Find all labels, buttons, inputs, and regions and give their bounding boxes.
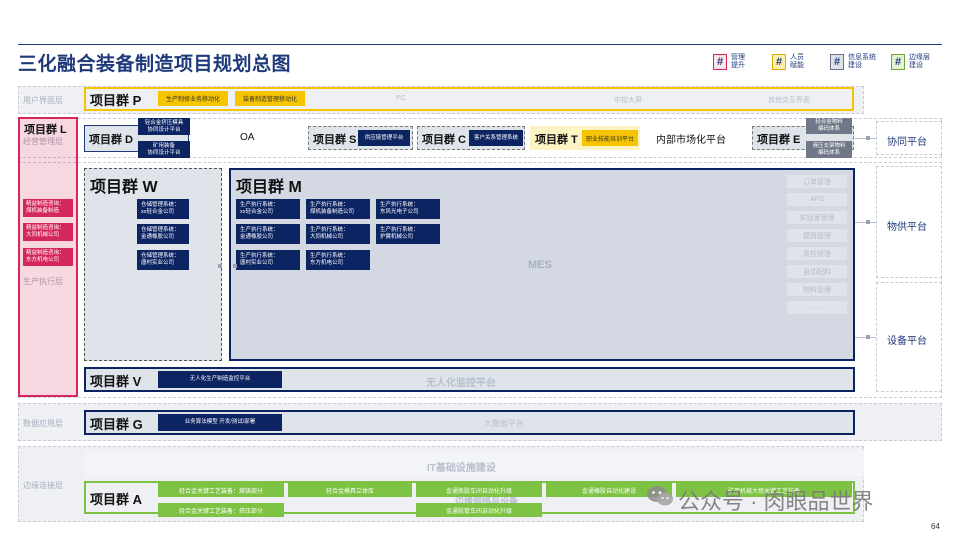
- wechat-logo-icon: [646, 484, 674, 508]
- group-w-item: 仓储管理系统： 唐村实业公司: [137, 250, 189, 270]
- supply-platform-label: 物供平台: [887, 222, 927, 233]
- group-l-item: 精益制造咨询： 煤机装备制造: [23, 199, 73, 217]
- group-a-item: 轻合金模具立体库: [288, 483, 412, 497]
- connector-dot-icon: [866, 220, 870, 224]
- page-number: 64: [931, 522, 940, 531]
- group-p-item: 生产制修业务移动化: [158, 91, 228, 106]
- legend-label: 建设: [848, 62, 862, 69]
- page-title: 三化融合装备制造项目规划总图: [18, 54, 292, 75]
- group-e-item: 轻合金物料 编码体系: [806, 118, 852, 134]
- group-v-item: 无人化生产制造监控平台: [158, 371, 282, 388]
- group-l-title: 项目群 L: [24, 124, 67, 136]
- group-m-item: 生产执行系统： xx轻合金公司: [236, 199, 300, 219]
- legend-hash-icon: #: [891, 54, 905, 70]
- group-v-title: 项目群 V: [90, 374, 142, 389]
- legend-label: 管理: [731, 54, 745, 61]
- group-a-item: 轻合金关键工艺装备：熔铸部分: [158, 483, 284, 497]
- group-w-title: 项目群 W: [90, 179, 158, 196]
- group-a-item: 金通炼胶车间自动化升级: [416, 483, 542, 497]
- mes-module: 物料管理: [787, 283, 847, 296]
- mes-module: APS: [787, 193, 847, 206]
- group-l-item: 精益制造咨询： 东方机电公司: [23, 248, 73, 266]
- group-v-faint: 无人化监控平台: [426, 378, 496, 389]
- group-c-item: 客户关系管理系统: [469, 130, 523, 146]
- mes-label: MES: [528, 259, 552, 271]
- group-t-item: 职业技能培训平台: [582, 130, 638, 146]
- legend-management: # 管理 提升: [713, 53, 765, 73]
- group-m-item: 生产执行系统： 煤机装备制造公司: [306, 199, 370, 219]
- group-s-item: 供应链管理平台: [358, 130, 410, 146]
- group-m-item: 生产执行系统： 东风光电子公司: [376, 199, 440, 219]
- group-m-item: 生产执行系统： 金通橡胶公司: [236, 224, 300, 244]
- group-l-item: 精益制造咨询： 大同机械公司: [23, 223, 73, 241]
- group-e-item: 液压支架物料 编码体系: [806, 141, 852, 158]
- group-p-faint: PC: [396, 95, 406, 102]
- mes-module: ……: [787, 301, 847, 314]
- group-m-item: 生产执行系统： 东方机电公司: [306, 250, 370, 270]
- legend-hash-icon: #: [713, 54, 727, 70]
- oa-label: OA: [240, 132, 255, 143]
- legend-label: 赋能: [790, 62, 804, 69]
- layer-label-user: 用户界面层: [23, 96, 63, 105]
- legend-hash-icon: #: [830, 54, 844, 70]
- it-infra-label: IT基础设施建设: [427, 463, 496, 474]
- group-t-title: 项目群 T: [535, 134, 578, 146]
- mes-module: 实验室管理: [787, 211, 847, 224]
- group-a-item: 金通胶管车间自动化升级: [416, 503, 542, 517]
- mes-module: 质检管理: [787, 247, 847, 260]
- layer-label-data: 数据应用层: [23, 419, 63, 428]
- legend-label: 提升: [731, 62, 745, 69]
- legend-label: 边缘层: [909, 54, 930, 61]
- connector-dot-icon: [866, 136, 870, 140]
- group-m-item: 生产执行系统： 大同机械公司: [306, 224, 370, 244]
- group-p-faint: 中控大屏: [614, 97, 642, 104]
- group-m-item: 生产执行系统： 护翼机械公司: [376, 224, 440, 244]
- layer-label-edge: 边缘连接层: [23, 481, 63, 490]
- group-e-title: 项目群 E: [757, 134, 801, 146]
- group-g-title: 项目群 G: [90, 417, 143, 432]
- group-g-faint: 大数据平台: [484, 419, 524, 428]
- group-p-faint: 其他交互界面: [768, 97, 810, 104]
- mes-module: 订单管理: [787, 175, 847, 188]
- group-a-item: 轻合金关键工艺装备：挤压部分: [158, 503, 284, 517]
- group-c-title: 项目群 C: [422, 134, 466, 146]
- watermark-text: 公众号 · 肉眼品世界: [678, 489, 874, 514]
- connector-dot-icon: [233, 264, 237, 268]
- legend-label: 信息系统: [848, 54, 876, 61]
- group-a-title: 项目群 A: [90, 492, 143, 507]
- group-d-item: 轻合金挤压模具 协同设计平台: [138, 118, 190, 135]
- legend-people: # 人员 赋能: [772, 53, 824, 73]
- mes-module: 模具管理: [787, 229, 847, 242]
- legend-hash-icon: #: [772, 54, 786, 70]
- header-rule: [18, 44, 942, 45]
- equip-platform-label: 设备平台: [887, 336, 927, 347]
- group-w-item: 仓储管理系统： 金通橡胶公司: [137, 224, 189, 244]
- connector-dot-icon: [218, 264, 222, 268]
- group-g-item: 业务算法模型 开发/测试/部署: [158, 414, 282, 431]
- group-d-item: 矿用装备 协同设计平台: [138, 141, 190, 158]
- group-s-title: 项目群 S: [313, 134, 357, 146]
- group-m-item: 生产执行系统： 唐村实业公司: [236, 250, 300, 270]
- legend-label: 人员: [790, 54, 804, 61]
- legend-edge: # 边缘层 建设: [891, 53, 943, 73]
- group-d-title: 项目群 D: [89, 134, 133, 146]
- group-w-item: 仓储管理系统： xx轻合金公司: [137, 199, 189, 219]
- connector-dot-icon: [866, 335, 870, 339]
- group-p-item: 装备制造管理移动化: [235, 91, 305, 106]
- legend-infosys: # 信息系统 建设: [830, 53, 888, 73]
- collab-platform-label: 协同平台: [887, 137, 927, 148]
- internal-market-label: 内部市场化平台: [656, 135, 726, 146]
- mes-module: 自动配料: [787, 265, 847, 278]
- group-p-title: 项目群 P: [90, 93, 142, 108]
- group-m-title: 项目群 M: [236, 179, 302, 196]
- legend-label: 建设: [909, 62, 923, 69]
